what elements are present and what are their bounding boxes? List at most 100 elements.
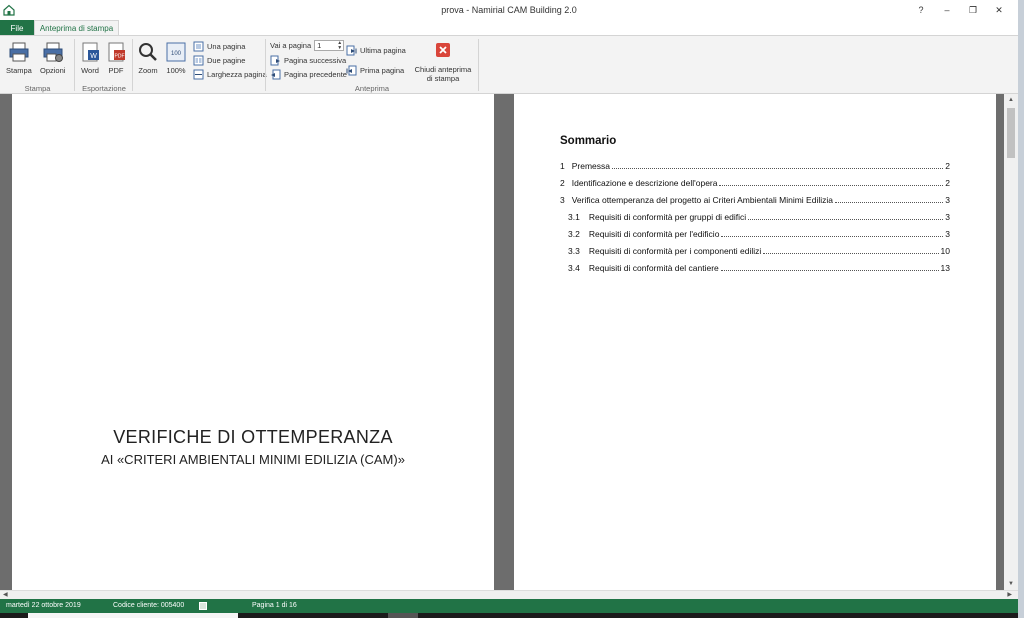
last-page-button[interactable]: Ultima pagina — [346, 45, 406, 56]
zoom-button[interactable]: Zoom — [137, 41, 159, 75]
tab-file[interactable]: File — [0, 20, 34, 36]
toc-entry-number: 3.2 — [568, 229, 580, 239]
toc-list: 1 Premessa 2 2 Identificazione e descriz… — [560, 154, 950, 273]
toc-entry: 2 Identificazione e descrizione dell'ope… — [560, 171, 950, 188]
vertical-scrollbar[interactable]: ▲ ▼ — [1004, 94, 1018, 590]
scroll-thumb[interactable] — [1007, 108, 1015, 158]
toc-leader — [835, 202, 944, 203]
close-preview-label-1: Chiudi anteprima — [414, 65, 472, 74]
first-page-label: Prima pagina — [360, 66, 405, 75]
toc-entry-text: Requisiti di conformità per l'edificio — [588, 229, 720, 239]
scroll-down-icon[interactable]: ▼ — [1004, 578, 1018, 590]
ribbon: Stampa Opzioni Stampa W Word PDF PDF Esp… — [0, 35, 1018, 94]
toc-entry: 3.4 Requisiti di conformità del cantiere… — [560, 256, 950, 273]
status-save-icon[interactable] — [199, 602, 207, 610]
toc-entry-page: 2 — [945, 178, 950, 188]
page-width-button[interactable]: Larghezza pagina — [193, 69, 267, 80]
toc-entry: 3.1 Requisiti di conformità per gruppi d… — [560, 205, 950, 222]
toc-title: Sommario — [560, 135, 617, 147]
scroll-right-icon[interactable]: ▶ — [1007, 591, 1012, 598]
export-pdf-button[interactable]: PDF PDF — [105, 41, 127, 75]
page-width-label: Larghezza pagina — [207, 70, 267, 79]
print-label: Stampa — [6, 66, 32, 75]
title-bar: prova - Namirial CAM Building 2.0 ? – ❐ … — [0, 0, 1018, 20]
first-page-button[interactable]: Prima pagina — [346, 65, 404, 76]
two-pages-button[interactable]: Due pagine — [193, 55, 245, 66]
window-title: prova - Namirial CAM Building 2.0 — [441, 5, 577, 15]
magnifier-icon — [139, 43, 157, 61]
toc-entry-page: 3 — [945, 195, 950, 205]
print-button[interactable]: Stampa — [6, 41, 32, 75]
taskbar — [0, 613, 1018, 618]
toc-entry-number: 1 — [560, 161, 565, 171]
window-controls: ? – ❐ ✕ — [908, 0, 1012, 20]
scroll-left-icon[interactable]: ◀ — [3, 591, 8, 598]
next-page-label: Pagina successiva — [284, 56, 347, 65]
toc-entry: 3 Verifica ottemperanza del progetto ai … — [560, 188, 950, 205]
svg-text:W: W — [90, 53, 97, 60]
scroll-up-icon[interactable]: ▲ — [1004, 94, 1018, 106]
toc-entry-page: 10 — [940, 246, 950, 256]
toc-entry-page: 13 — [940, 263, 950, 273]
ribbon-tabs: File Anteprima di stampa — [0, 20, 1018, 36]
cover-subtitle: AI «CRITERI AMBIENTALI MINIMI EDILIZIA (… — [101, 452, 405, 467]
toc-leader — [763, 253, 939, 254]
help-button[interactable]: ? — [908, 0, 934, 20]
toc-entry-text: Requisiti di conformità per gruppi di ed… — [588, 212, 747, 222]
svg-text:PDF: PDF — [115, 54, 125, 60]
status-date: martedì 22 ottobre 2019 — [6, 602, 81, 609]
close-preview-button[interactable]: Chiudi anteprima di stampa — [410, 42, 476, 83]
toc-entry-page: 3 — [945, 229, 950, 239]
toc-entry-text: Verifica ottemperanza del progetto ai Cr… — [571, 195, 833, 205]
tab-print-preview[interactable]: Anteprima di stampa — [34, 20, 119, 36]
preview-page-toc: Sommario 1 Premessa 2 2 Identificazione … — [514, 94, 996, 590]
status-client-code: Codice cliente: 005400 — [113, 602, 185, 609]
goto-page-label: Vai a pagina — [270, 41, 312, 50]
toc-leader — [720, 270, 939, 271]
export-word-button[interactable]: W Word — [79, 41, 101, 75]
toc-entry-text: Identificazione e descrizione dell'opera — [571, 178, 718, 188]
minimize-button[interactable]: – — [934, 0, 960, 20]
previous-page-button[interactable]: Pagina precedente — [270, 69, 347, 80]
restore-button[interactable]: ❐ — [960, 0, 986, 20]
status-page: Pagina 1 di 16 — [252, 602, 297, 609]
taskbar-search[interactable] — [28, 613, 238, 618]
last-page-label: Ultima pagina — [360, 46, 406, 55]
close-red-icon — [436, 43, 450, 57]
word-label: Word — [81, 66, 99, 75]
close-preview-label-2: di stampa — [426, 74, 460, 83]
page-width-icon — [193, 69, 204, 80]
toc-leader — [612, 168, 944, 169]
close-window-button[interactable]: ✕ — [986, 0, 1012, 20]
group-label-preview: Anteprima — [354, 84, 390, 93]
toc-entry-number: 2 — [560, 178, 565, 188]
pdf-icon: PDF — [108, 42, 125, 62]
next-page-button[interactable]: Pagina successiva — [270, 55, 346, 66]
toc-leader — [721, 236, 944, 237]
taskbar-item[interactable] — [388, 613, 418, 618]
toc-entry: 3.2 Requisiti di conformità per l'edific… — [560, 222, 950, 239]
one-page-button[interactable]: Una pagina — [193, 41, 245, 52]
last-page-icon — [346, 45, 357, 56]
printer-options-icon — [43, 42, 63, 62]
ribbon-separator — [478, 39, 479, 91]
toc-entry-number: 3 — [560, 195, 565, 205]
word-icon: W — [82, 42, 99, 62]
zoom-100-button[interactable]: 100 100% — [165, 41, 187, 75]
zoom-100-label: 100% — [166, 66, 186, 75]
toc-entry-number: 3.3 — [568, 246, 580, 256]
preview-area: VERIFICHE DI OTTEMPERANZA AI «CRITERI AM… — [0, 94, 1018, 590]
spinner-arrows-icon[interactable]: ▲ ▼ — [337, 40, 343, 51]
page-number-spinner[interactable]: 1 ▲ ▼ — [314, 40, 345, 51]
toc-leader — [719, 185, 944, 186]
status-bar: martedì 22 ottobre 2019 Codice cliente: … — [0, 599, 1018, 613]
options-button[interactable]: Opzioni — [40, 41, 65, 75]
preview-page-cover: VERIFICHE DI OTTEMPERANZA AI «CRITERI AM… — [12, 94, 494, 590]
desktop-edge — [1018, 0, 1024, 618]
one-page-label: Una pagina — [207, 42, 246, 51]
horizontal-scrollbar[interactable]: ◀ ▶ — [0, 590, 1018, 599]
two-pages-label: Due pagine — [207, 56, 246, 65]
next-page-icon — [270, 55, 280, 66]
zoom-100-icon: 100 — [166, 42, 186, 62]
one-page-icon — [193, 41, 204, 52]
